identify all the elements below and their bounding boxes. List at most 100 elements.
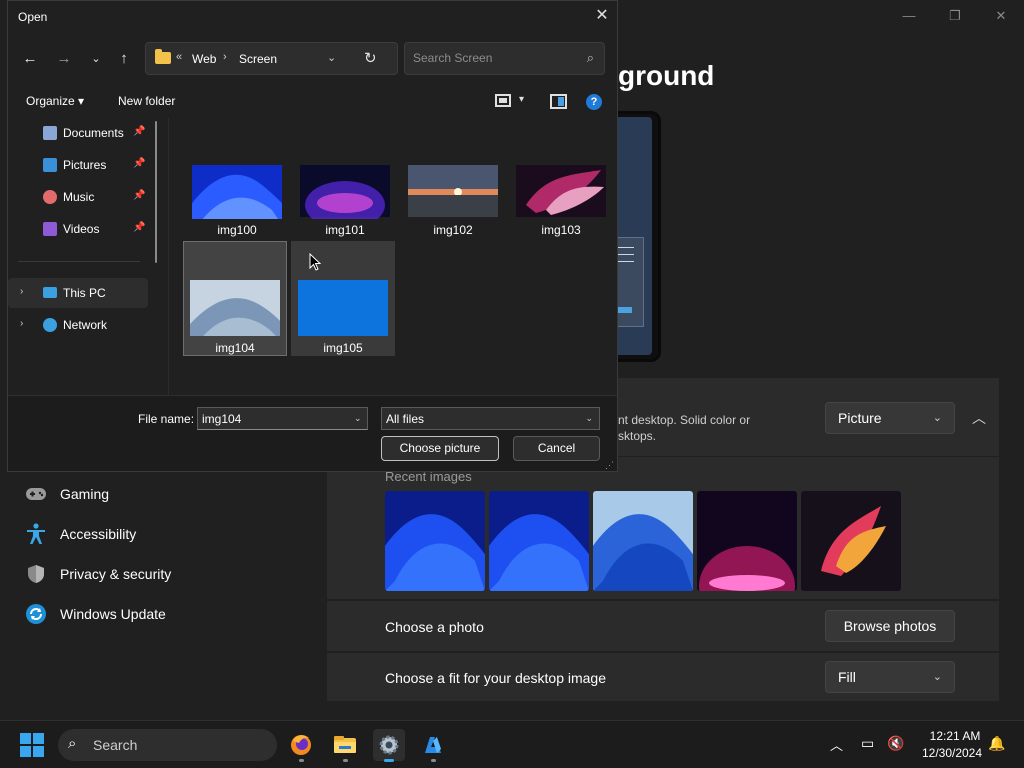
breadcrumb-overflow-icon[interactable]: « — [176, 51, 182, 63]
search-icon: ⌕ — [68, 735, 77, 752]
browse-photos-button[interactable]: Browse photos — [825, 610, 955, 642]
view-options-icon[interactable] — [495, 94, 511, 107]
dialog-close-button[interactable]: ✕ — [591, 5, 613, 27]
file-tile-hover[interactable]: img105 — [291, 241, 395, 356]
file-name: img102 — [433, 223, 473, 237]
nav-privacy-label: Privacy & security — [60, 566, 172, 582]
file-type-value: All files — [386, 412, 425, 426]
preview-lines — [618, 247, 634, 268]
chevron-down-icon: ⌄ — [585, 413, 593, 423]
up-arrow-icon[interactable]: ↑ — [112, 47, 136, 71]
music-icon — [43, 190, 57, 204]
file-name-dropdown-chevron-icon[interactable]: ⌄ — [354, 413, 362, 424]
network-status-icon[interactable]: ▭ — [861, 735, 874, 752]
nav-music[interactable]: Music 📌 — [8, 182, 148, 212]
cancel-button[interactable]: Cancel — [513, 436, 600, 461]
resize-grip-icon[interactable]: ⋰ — [605, 460, 614, 471]
start-windows-icon[interactable] — [20, 733, 44, 757]
background-description: nt desktop. Solid color or sktops. — [618, 413, 751, 443]
mouse-cursor-icon — [309, 253, 321, 271]
recent-image-4[interactable] — [697, 491, 797, 591]
file-list: img100 img101 img102 img103 img104 img10… — [173, 118, 613, 395]
breadcrumb-web[interactable]: Web — [192, 52, 216, 66]
nav-gaming[interactable]: Gaming — [24, 476, 109, 512]
nav-scrollbar[interactable] — [155, 121, 157, 263]
file-tile-selected[interactable]: img104 — [183, 241, 287, 356]
recent-locations-chevron-icon[interactable]: ⌄ — [84, 47, 108, 71]
breadcrumb-screen[interactable]: Screen — [239, 52, 277, 66]
nav-videos-label: Videos — [63, 222, 100, 236]
view-dropdown-chevron-icon[interactable]: ▾ — [519, 94, 524, 105]
file-tile[interactable]: img102 — [401, 156, 505, 271]
choose-picture-button[interactable]: Choose picture — [381, 436, 499, 461]
network-icon — [43, 318, 57, 332]
nav-windows-update[interactable]: Windows Update — [24, 596, 166, 632]
choose-fit-card: Choose a fit for your desktop image Fill… — [327, 653, 999, 701]
background-type-dropdown[interactable]: Picture ⌄ — [825, 402, 955, 434]
recent-image-3[interactable] — [593, 491, 693, 591]
file-type-dropdown[interactable]: All files ⌄ — [381, 407, 600, 430]
taskbar-search[interactable]: ⌕ Search — [58, 729, 277, 761]
forward-arrow-icon[interactable]: → — [52, 47, 76, 71]
expand-chevron-icon[interactable]: › — [20, 318, 23, 329]
choose-photo-label: Choose a photo — [385, 619, 484, 635]
nav-videos[interactable]: Videos 📌 — [8, 214, 148, 244]
navigation-pane: Documents 📌 Pictures 📌 Music 📌 Videos 📌 … — [8, 118, 168, 395]
nav-accessibility[interactable]: Accessibility — [24, 516, 136, 552]
preview-pane-icon[interactable] — [550, 94, 567, 109]
update-icon — [24, 602, 48, 626]
file-name-input[interactable] — [197, 407, 368, 430]
refresh-icon[interactable]: ↻ — [364, 49, 377, 67]
settings-icon[interactable] — [373, 729, 405, 762]
pc-icon — [43, 287, 57, 298]
clock-date[interactable]: 12/30/2024 — [912, 746, 992, 760]
nav-documents[interactable]: Documents 📌 — [8, 118, 148, 148]
pane-splitter[interactable] — [168, 118, 169, 395]
chevron-down-icon: ⌄ — [932, 671, 942, 683]
organize-menu[interactable]: Organize ▾ — [26, 94, 84, 108]
chevron-down-icon: ⌄ — [932, 412, 942, 424]
address-dropdown-chevron-icon[interactable]: ⌄ — [327, 51, 336, 64]
search-box[interactable]: ⌕ — [404, 42, 605, 75]
file-explorer-icon[interactable] — [329, 729, 361, 762]
recent-image-5[interactable] — [801, 491, 901, 591]
back-arrow-icon[interactable]: ← — [18, 47, 42, 71]
recent-image-1[interactable] — [385, 491, 485, 591]
choose-photo-card: Choose a photo Browse photos — [327, 601, 999, 651]
nav-update-label: Windows Update — [60, 606, 166, 622]
show-hidden-icons-chevron-icon[interactable]: ︿ — [830, 735, 843, 754]
shield-icon — [24, 562, 48, 586]
documents-icon — [43, 126, 57, 140]
nav-network-label: Network — [63, 318, 108, 332]
search-input[interactable] — [413, 51, 573, 65]
nav-network[interactable]: › Network — [8, 310, 148, 340]
file-name: img100 — [217, 223, 257, 237]
nav-this-pc[interactable]: › This PC — [8, 278, 148, 308]
breadcrumb-chevron-icon[interactable]: › — [223, 51, 227, 63]
azure-icon[interactable] — [417, 729, 449, 762]
volume-muted-icon[interactable]: 🔇 — [887, 735, 904, 752]
collapse-chevron-up-icon[interactable]: ︿ — [967, 402, 991, 434]
minimize-button[interactable]: — — [886, 4, 932, 28]
nav-privacy-security[interactable]: Privacy & security — [24, 556, 171, 592]
expand-chevron-icon[interactable]: › — [20, 286, 23, 297]
new-folder-button[interactable]: New folder — [118, 94, 175, 108]
nav-pictures[interactable]: Pictures 📌 — [8, 150, 148, 180]
file-thumbnail — [408, 165, 498, 217]
close-window-button[interactable]: ✕ — [978, 4, 1024, 28]
firefox-icon[interactable] — [285, 729, 317, 762]
file-thumbnail — [298, 280, 388, 336]
clock-time[interactable]: 12:21 AM — [920, 729, 990, 743]
notification-bell-icon[interactable]: 🔔 — [988, 735, 1005, 752]
maximize-button[interactable]: ❐ — [932, 4, 978, 28]
running-indicator — [343, 759, 348, 762]
address-bar[interactable]: « Web › Screen ⌄ ↻ — [145, 42, 398, 75]
running-indicator — [384, 759, 394, 762]
nav-this-pc-label: This PC — [63, 286, 106, 300]
file-tile[interactable]: img103 — [509, 156, 613, 271]
help-icon[interactable]: ? — [586, 94, 602, 110]
fit-dropdown[interactable]: Fill ⌄ — [825, 661, 955, 693]
recent-images-card: Recent images — [327, 457, 999, 599]
recent-image-2[interactable] — [489, 491, 589, 591]
dialog-title: Open — [18, 10, 48, 24]
